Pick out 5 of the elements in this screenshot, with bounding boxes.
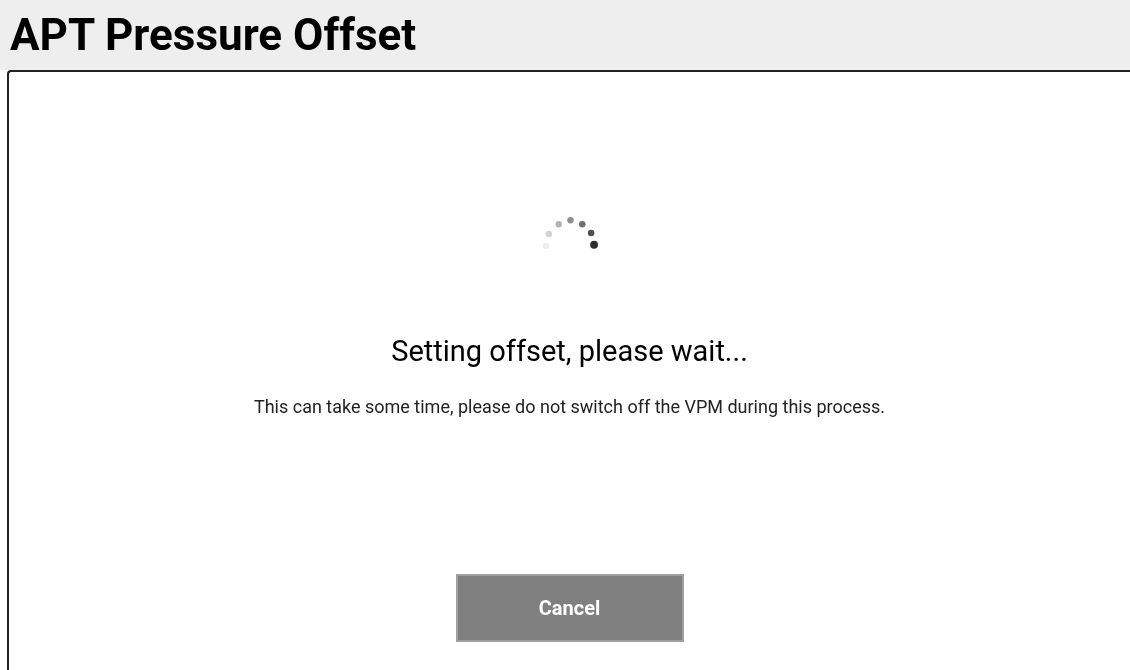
loading-spinner-icon <box>541 216 598 250</box>
page-title: APT Pressure Offset <box>10 13 417 57</box>
cancel-button[interactable]: Cancel <box>455 574 684 642</box>
info-message: This can take some time, please do not switch off the VPM during this process. <box>253 398 886 416</box>
status-heading: Setting offset, please wait... <box>391 337 748 366</box>
